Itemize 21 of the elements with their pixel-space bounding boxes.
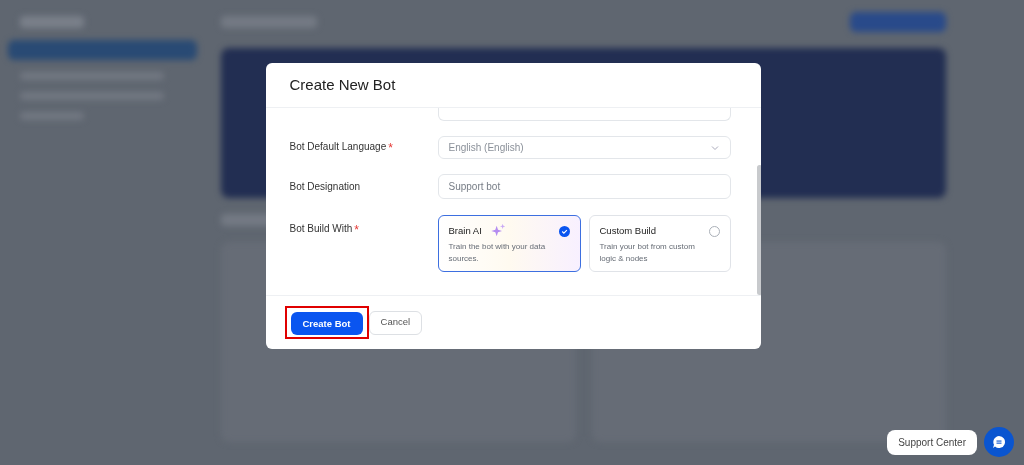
chat-bubble-icon: [991, 434, 1007, 450]
option-description: Train the bot with your data sources.: [448, 241, 547, 265]
required-mark: *: [354, 223, 359, 237]
build-option-card[interactable]: Custom Build Train your bot from custom logic & nodes: [588, 215, 731, 272]
field-label: Bot Designation: [289, 181, 361, 192]
scrollbar-thumb[interactable]: [756, 165, 761, 295]
option-description: Train your bot from custom logic & nodes: [599, 241, 696, 265]
check-circle-icon: [558, 225, 570, 237]
input-field[interactable]: Support bot: [437, 174, 731, 199]
build-option-card[interactable]: Brain AI Train the bot with your data sources.: [437, 215, 581, 272]
create-bot-button[interactable]: Create Bot: [290, 312, 363, 336]
cancel-button[interactable]: Cancel: [368, 310, 423, 335]
chat-button[interactable]: [984, 427, 1014, 457]
input-field[interactable]: [437, 108, 731, 121]
support-center-button[interactable]: Support Center: [887, 429, 977, 455]
field-label: Bot Default Language: [289, 140, 387, 152]
option-title: Brain AI: [448, 223, 482, 238]
required-mark: *: [388, 140, 393, 155]
dialog-title: Create New Bot: [289, 74, 396, 95]
field-label: Bot Build With: [289, 223, 353, 234]
option-title: Custom Build: [599, 223, 656, 238]
